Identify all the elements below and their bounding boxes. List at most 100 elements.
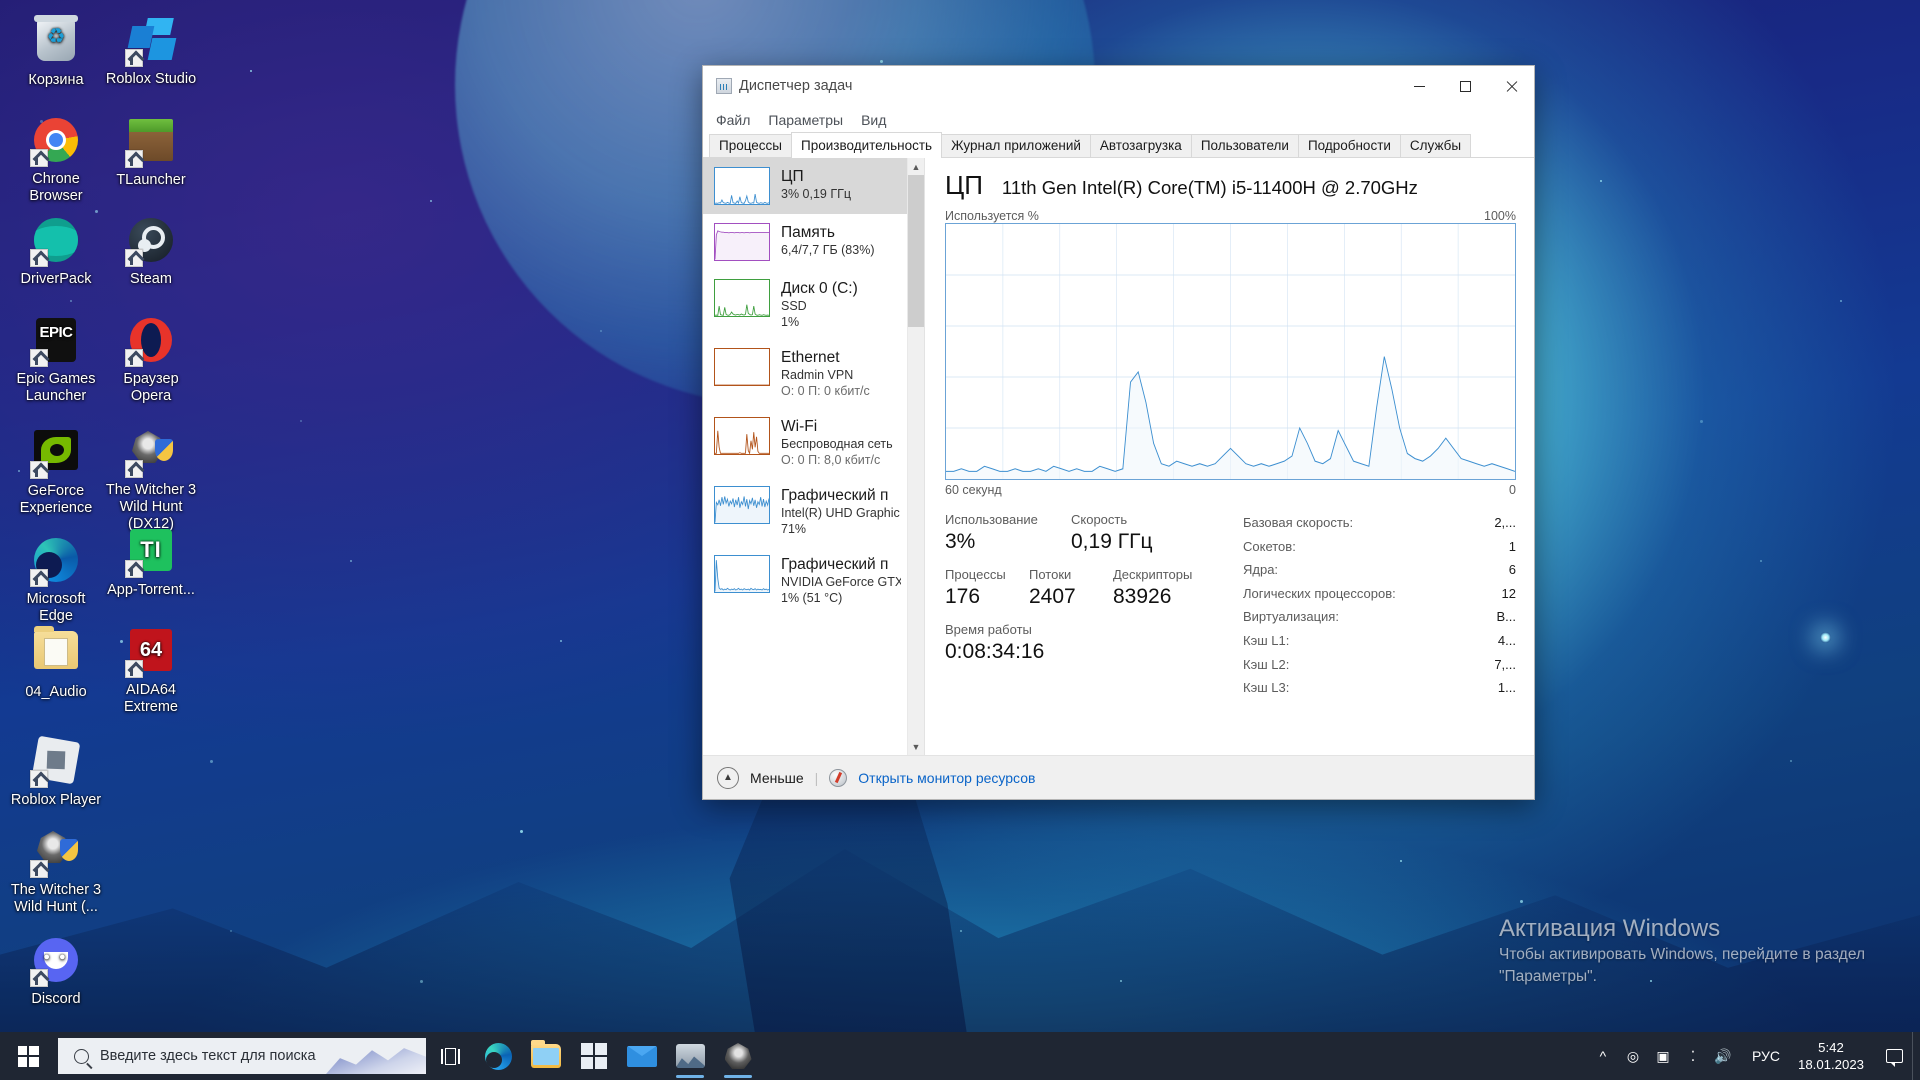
spec-row: Виртуализация: В... [1243,605,1516,629]
taskbar-app-store[interactable] [570,1032,618,1080]
sidebar-item-4[interactable]: Wi-Fi Беспроводная сеть О: 0 П: 8,0 кбит/с [703,408,907,477]
desktop-icon-roblox-player[interactable]: Roblox Player [8,735,104,809]
sparkline-thumbnail [714,417,770,455]
desktop-icon-steam[interactable]: Steam [103,216,199,288]
desktop-icon-label: App-Torrent... [107,582,195,598]
sidebar-item-0[interactable]: ЦП 3% 0,19 ГГц [703,158,907,214]
stat-label: Дескрипторы [1113,567,1193,582]
sidebar-item-text: Диск 0 (C:) SSD 1% [781,279,858,330]
menu-item-view[interactable]: Вид [861,112,886,128]
folder-icon [32,626,80,679]
notification-center-button[interactable] [1876,1032,1912,1080]
desktop-icon-witcher3[interactable]: The Witcher 3 Wild Hunt (... [8,826,104,916]
desktop-icon-microsoft-edge[interactable]: Microsoft Edge [8,536,104,625]
stat-label: Скорость [1071,512,1128,527]
desktop-icon-aida64[interactable]: 64 AIDA64 Extreme [103,626,199,716]
menu-item-file[interactable]: Файл [716,112,750,128]
desktop-icon-recycle-bin[interactable]: Корзина [8,15,104,89]
task-view-button[interactable] [426,1032,474,1080]
desktop-icon-label: Microsoft Edge [26,591,86,624]
desktop-icon-opera-browser[interactable]: Браузер Opera [103,316,199,405]
tab-1[interactable]: Производительность [791,132,943,158]
sidebar-item-sub1: Intel(R) UHD Graphic [781,506,900,520]
spec-label: Ядра: [1243,562,1279,578]
desktop-icon-label: AIDA64 Extreme [124,682,178,715]
cpu-utilization-chart[interactable] [945,223,1516,480]
sidebar-item-6[interactable]: Графический п NVIDIA GeForce GTX 1% (51 °C… [703,546,907,615]
shortcut-arrow-icon [30,349,48,367]
sidebar-item-2[interactable]: Диск 0 (C:) SSD 1% [703,270,907,339]
desktop-icon-witcher3-dx12[interactable]: The Witcher 3 Wild Hunt (DX12) [103,426,199,533]
volume-icon[interactable]: 🔊 [1708,1032,1738,1080]
close-button[interactable] [1488,66,1534,106]
graph-foot-right: 0 [1509,483,1516,497]
show-desktop-button[interactable] [1912,1032,1920,1080]
tab-5[interactable]: Подробности [1297,134,1401,157]
desktop-icon-folder[interactable]: 04_Audio [8,626,104,701]
spec-value: 1... [1497,680,1516,696]
sidebar-item-label: Графический п [781,556,889,573]
system-tray: ^ ◎ ▣ ⁚ 🔊 РУС 5:42 18.01.2023 [1588,1032,1920,1080]
sidebar-item-1[interactable]: Память 6,4/7,7 ГБ (83%) [703,214,907,270]
sidebar-item-sub2: О: 0 П: 0 кбит/с [781,384,870,398]
sidebar-scrollbar[interactable]: ▲ ▼ [907,158,924,755]
sidebar-item-label: ЦП [781,168,804,185]
desktop-icon-label: GeForce Experience [19,483,93,516]
star-decoration [1600,180,1602,182]
tab-0[interactable]: Процессы [709,134,793,157]
scroll-down-button[interactable]: ▼ [908,738,924,755]
star-decoration [1840,300,1842,302]
chevron-up-icon[interactable]: ▲ [717,766,739,789]
graph-foot-left: 60 секунд [945,483,1002,497]
taskbar-clock[interactable]: 5:42 18.01.2023 [1794,1039,1876,1073]
spec-label: Логических процессоров: [1243,585,1396,601]
tab-4[interactable]: Пользователи [1190,134,1299,157]
desktop-icon-app-torrent[interactable]: TI App-Torrent... [103,526,199,599]
taskbar-app-mail[interactable] [618,1032,666,1080]
taskbar-app-explorer[interactable] [522,1032,570,1080]
tab-3[interactable]: Автозагрузка [1089,134,1192,157]
footer-divider: | [814,769,819,786]
scroll-track[interactable] [908,175,924,738]
sidebar-item-5[interactable]: Графический п Intel(R) UHD Graphic 71% [703,477,907,546]
stat-value: 3% [945,530,976,553]
desktop-icon-tlauncher[interactable]: TLauncher [103,116,199,189]
open-resource-monitor-link[interactable]: Открыть монитор ресурсов [858,770,1035,786]
taskbar-app-edge[interactable] [474,1032,522,1080]
maximize-button[interactable] [1442,66,1488,106]
cpu-statistics: Использование 3% Скорость 0,19 ГГц Процессы 1… [945,511,1516,700]
scroll-up-button[interactable]: ▲ [908,158,924,175]
taskbar-app-witcher[interactable] [714,1032,762,1080]
stat-label: Время работы [945,622,1032,637]
witcher3-icon [724,1043,752,1069]
menu-item-options[interactable]: Параметры [768,112,843,128]
scroll-thumb[interactable] [908,175,924,327]
wifi-icon[interactable]: ⁚ [1678,1032,1708,1080]
desktop-icon-driverpack[interactable]: DriverPack [8,216,104,288]
desktop-icon-chrome-browser[interactable]: Chrone Browser [8,116,104,205]
discord-icon [30,938,80,987]
shortcut-arrow-icon [30,569,48,587]
tab-2[interactable]: Журнал приложений [941,134,1091,157]
desktop-icon-discord[interactable]: Discord [8,936,104,1008]
language-indicator[interactable]: РУС [1738,1048,1794,1064]
start-button[interactable] [0,1032,56,1080]
webcam-icon[interactable]: ◎ [1618,1032,1648,1080]
taskbar-app-photos[interactable] [666,1032,714,1080]
tab-6[interactable]: Службы [1399,134,1472,157]
fewer-details-button[interactable]: Меньше [750,770,804,786]
desktop-icon-label: DriverPack [20,271,92,287]
desktop-icon-geforce-experience[interactable]: GeForce Experience [8,426,104,517]
search-input[interactable]: Введите здесь текст для поиска [58,1038,426,1074]
desktop-icon-epic-games[interactable]: EPIC Epic Games Launcher [8,316,104,405]
desktop-icon-roblox-studio[interactable]: Roblox Studio [103,16,199,88]
sidebar-item-3[interactable]: Ethernet Radmin VPN О: 0 П: 0 кбит/с [703,339,907,408]
microsoft-edge-icon [30,538,80,587]
battery-icon[interactable]: ▣ [1648,1032,1678,1080]
shortcut-arrow-icon [30,770,48,788]
spec-row: Кэш L3: 1... [1243,676,1516,700]
chevron-up-icon[interactable]: ^ [1588,1032,1618,1080]
recycle-bin-icon [32,15,80,67]
minimize-button[interactable] [1396,66,1442,106]
spec-label: Кэш L1: [1243,632,1290,648]
